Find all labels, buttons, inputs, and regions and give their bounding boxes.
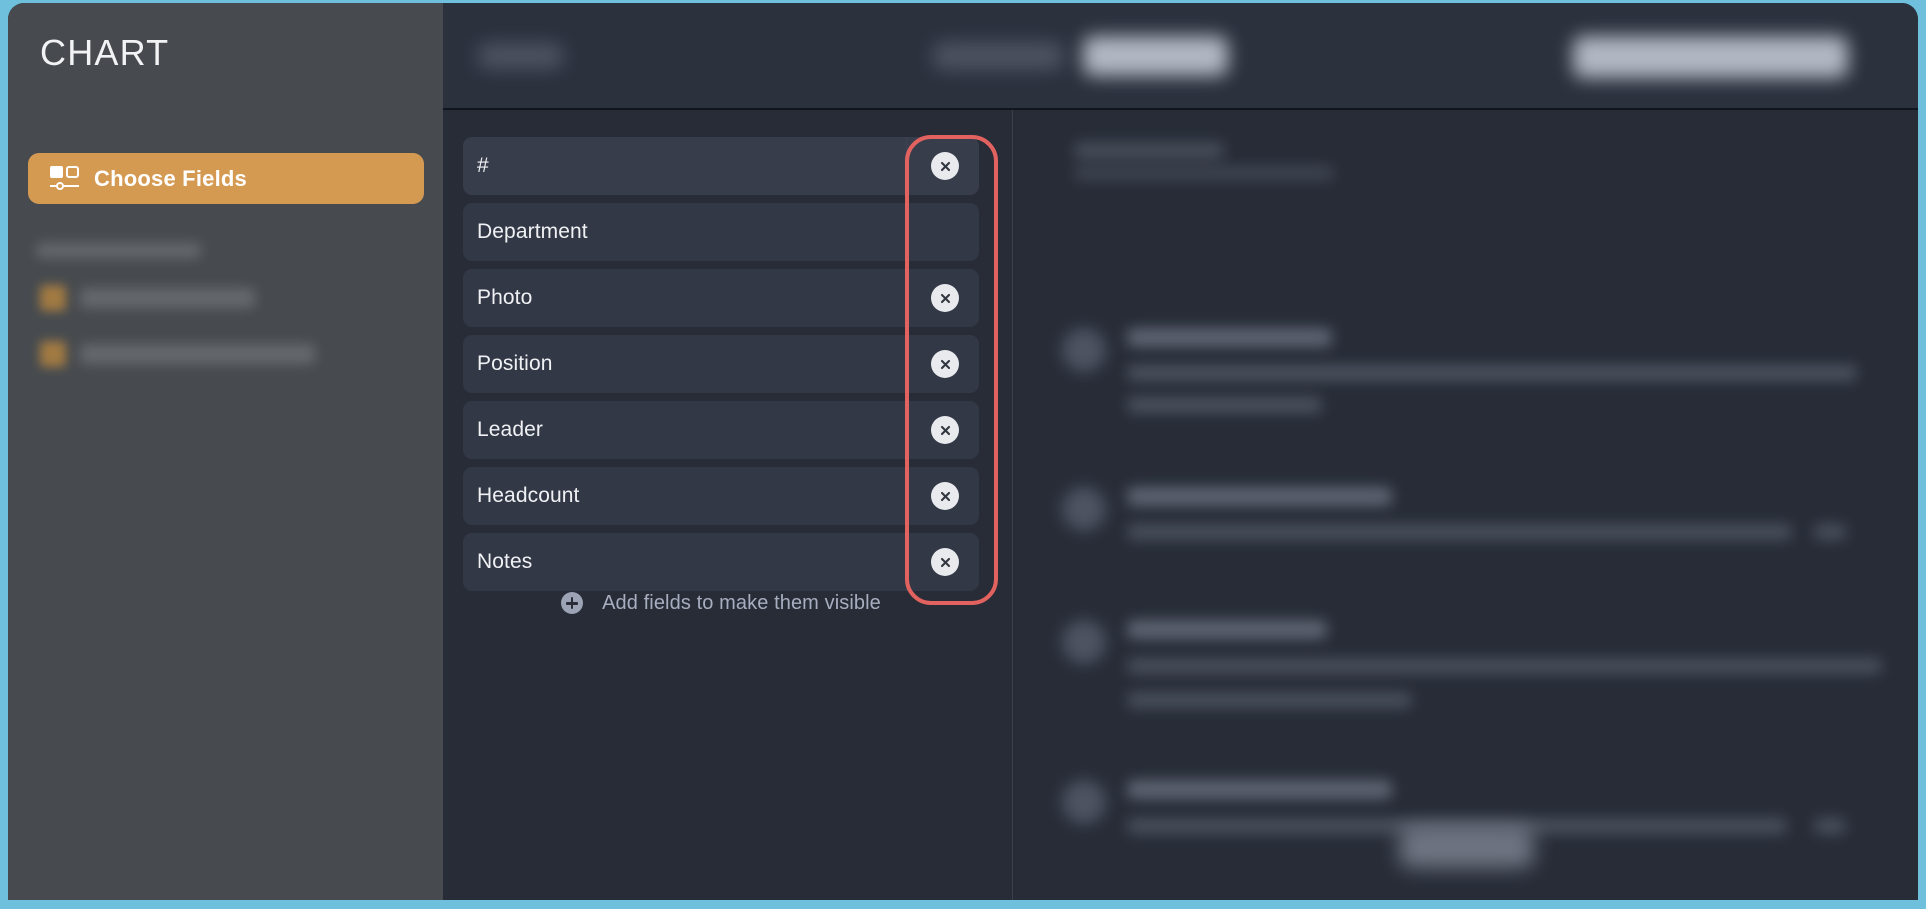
preview-row-title (1127, 328, 1332, 347)
avatar (1062, 328, 1106, 372)
field-label: # (477, 154, 489, 177)
topbar-left-control[interactable] (478, 43, 563, 69)
page-title: CHART (40, 32, 170, 73)
close-circle-icon[interactable] (931, 350, 959, 378)
field-row-divider (906, 335, 907, 393)
close-circle-icon[interactable] (931, 482, 959, 510)
field-row-divider (906, 401, 907, 459)
close-circle-icon[interactable] (931, 152, 959, 180)
sidebar-item-icon-1 (40, 285, 66, 311)
field-chooser-icon (50, 165, 80, 192)
field-row-divider (906, 467, 907, 525)
sidebar-section-heading-blurred (36, 243, 201, 258)
field-label: Department (477, 220, 588, 243)
fields-panel: # Department Photo Position Leader Headcount N… (443, 110, 1013, 900)
preview-panel (1014, 110, 1918, 900)
preview-row-meta (1814, 818, 1846, 834)
sidebar-item-label-2 (80, 344, 315, 364)
topbar-tab-2-selected[interactable] (1083, 36, 1228, 76)
close-circle-icon[interactable] (931, 284, 959, 312)
preview-row-body-2 (1127, 692, 1412, 708)
field-row[interactable]: Position (463, 335, 979, 393)
top-bar (443, 3, 1918, 110)
preview-row-title (1127, 487, 1392, 506)
preview-row-body (1127, 658, 1882, 674)
topbar-tab-1[interactable] (933, 42, 1063, 70)
field-row[interactable]: # (463, 137, 979, 195)
preview-row-body (1127, 365, 1857, 381)
sidebar-item-icon-2 (40, 341, 66, 367)
avatar (1062, 780, 1106, 824)
field-row[interactable]: Photo (463, 269, 979, 327)
app-window: CHART Choose Fields # Department Photo P… (8, 3, 1918, 900)
choose-fields-button[interactable]: Choose Fields (28, 153, 424, 204)
close-circle-icon[interactable] (931, 548, 959, 576)
close-circle-icon[interactable] (931, 416, 959, 444)
avatar (1062, 487, 1106, 531)
preview-row-body-2 (1127, 397, 1322, 413)
choose-fields-label: Choose Fields (94, 165, 247, 191)
add-fields-label: Add fields to make them visible (602, 591, 881, 614)
plus-circle-icon (561, 592, 584, 614)
preview-header-line-1 (1074, 142, 1224, 159)
field-label: Position (477, 352, 553, 375)
preview-row-body (1127, 524, 1792, 540)
field-row-divider (906, 269, 907, 327)
preview-footer-button[interactable] (1399, 828, 1534, 868)
app-frame: CHART Choose Fields # Department Photo P… (0, 0, 1926, 909)
field-row[interactable]: Headcount (463, 467, 979, 525)
field-row[interactable]: Department (463, 203, 979, 261)
sidebar-item-label-1 (80, 288, 255, 308)
field-label: Photo (477, 286, 533, 309)
preview-row-meta (1814, 524, 1846, 540)
preview-header-line-2 (1074, 166, 1334, 180)
field-label: Headcount (477, 484, 580, 507)
avatar (1062, 620, 1106, 664)
preview-row-title (1127, 620, 1327, 639)
add-fields-button[interactable]: Add fields to make them visible (463, 580, 979, 626)
preview-row-title (1127, 780, 1392, 799)
field-row-divider (906, 137, 907, 195)
field-label: Notes (477, 550, 533, 573)
fields-list: # Department Photo Position Leader Headcount N… (463, 137, 979, 599)
sidebar: CHART Choose Fields (8, 3, 443, 900)
field-row[interactable]: Leader (463, 401, 979, 459)
field-label: Leader (477, 418, 543, 441)
window-bottom-edge (0, 900, 1926, 909)
topbar-right-control[interactable] (1573, 36, 1848, 78)
